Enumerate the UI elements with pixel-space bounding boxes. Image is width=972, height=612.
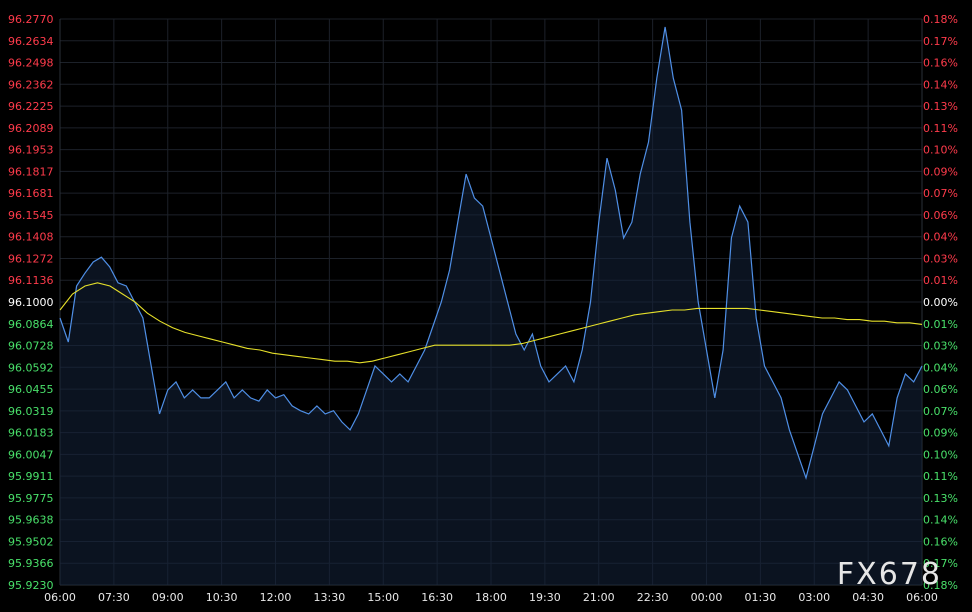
y-tick-left: 96.2225 [8, 100, 54, 113]
y-tick-left: 96.1000 [8, 296, 54, 309]
y-tick-left: 96.2634 [8, 35, 54, 48]
x-tick-label: 06:00 [44, 591, 76, 604]
y-tick-right: 0.06% [923, 209, 958, 222]
y-tick-right: 0.16% [923, 57, 958, 70]
y-tick-right: 0.11% [923, 470, 958, 483]
y-tick-right: 0.00% [923, 296, 958, 309]
y-tick-left: 96.0592 [8, 361, 54, 374]
y-tick-left: 96.1136 [8, 274, 54, 287]
y-tick-right: 0.01% [923, 318, 958, 331]
y-tick-left: 95.9366 [8, 557, 54, 570]
y-tick-left: 95.9775 [8, 492, 54, 505]
y-tick-right: 0.04% [923, 361, 958, 374]
y-tick-left: 96.0455 [8, 383, 54, 396]
y-tick-right: 0.13% [923, 100, 958, 113]
y-tick-right: 0.16% [923, 535, 958, 548]
y-tick-right: 0.09% [923, 165, 958, 178]
price-chart: 96.2770 96.2634 96.2498 96.2362 96.2225 96.20… [0, 0, 972, 612]
y-tick-left: 96.0183 [8, 427, 54, 440]
watermark-logo: FX678 [836, 557, 942, 592]
x-tick-label: 13:30 [314, 591, 346, 604]
y-tick-right: 0.10% [923, 448, 958, 461]
y-tick-left: 96.0047 [8, 448, 54, 461]
y-tick-left: 96.2089 [8, 122, 54, 135]
x-tick-label: 21:00 [583, 591, 615, 604]
y-tick-left: 96.2498 [8, 57, 54, 70]
x-tick-label: 00:00 [691, 591, 723, 604]
y-tick-left: 96.0728 [8, 340, 54, 353]
x-tick-label: 12:00 [260, 591, 292, 604]
y-tick-left: 96.1408 [8, 231, 54, 244]
y-tick-right: 0.14% [923, 514, 958, 527]
x-tick-label: 10:30 [206, 591, 238, 604]
y-tick-right: 0.03% [923, 252, 958, 265]
x-tick-label: 01:30 [745, 591, 777, 604]
y-tick-right: 0.07% [923, 405, 958, 418]
y-tick-right: 0.06% [923, 383, 958, 396]
y-tick-left: 96.1817 [8, 165, 54, 178]
y-tick-left: 96.0864 [8, 318, 54, 331]
y-tick-left: 96.2770 [8, 13, 54, 26]
y-tick-left: 95.9911 [8, 470, 54, 483]
y-tick-right: 0.14% [923, 78, 958, 91]
y-tick-right: 0.04% [923, 231, 958, 244]
x-axis: 06:00 07:30 09:00 10:30 12:00 13:30 15:00 16:30… [44, 591, 938, 604]
x-tick-label: 03:00 [798, 591, 830, 604]
x-tick-label: 22:30 [637, 591, 669, 604]
y-tick-right: 0.09% [923, 427, 958, 440]
y-tick-left: 96.1681 [8, 187, 54, 200]
x-tick-label: 06:00 [906, 591, 938, 604]
y-tick-left: 96.1272 [8, 252, 54, 265]
y-tick-left: 95.9502 [8, 535, 54, 548]
y-tick-right: 0.17% [923, 35, 958, 48]
y-tick-left: 95.9638 [8, 514, 54, 527]
x-tick-label: 16:30 [421, 591, 453, 604]
y-tick-left: 96.1953 [8, 144, 54, 157]
x-tick-label: 15:00 [367, 591, 399, 604]
y-tick-right: 0.10% [923, 144, 958, 157]
x-tick-label: 19:30 [529, 591, 561, 604]
x-tick-label: 09:00 [152, 591, 184, 604]
y-tick-right: 0.07% [923, 187, 958, 200]
y-tick-left: 96.2362 [8, 78, 54, 91]
x-tick-label: 07:30 [98, 591, 130, 604]
y-tick-left: 96.0319 [8, 405, 54, 418]
y-tick-right: 0.01% [923, 274, 958, 287]
y-tick-right: 0.03% [923, 340, 958, 353]
y-tick-right: 0.13% [923, 492, 958, 505]
y-tick-right: 0.18% [923, 13, 958, 26]
y-tick-left: 96.1545 [8, 209, 54, 222]
x-tick-label: 04:30 [852, 591, 884, 604]
x-tick-label: 18:00 [475, 591, 507, 604]
y-tick-right: 0.11% [923, 122, 958, 135]
